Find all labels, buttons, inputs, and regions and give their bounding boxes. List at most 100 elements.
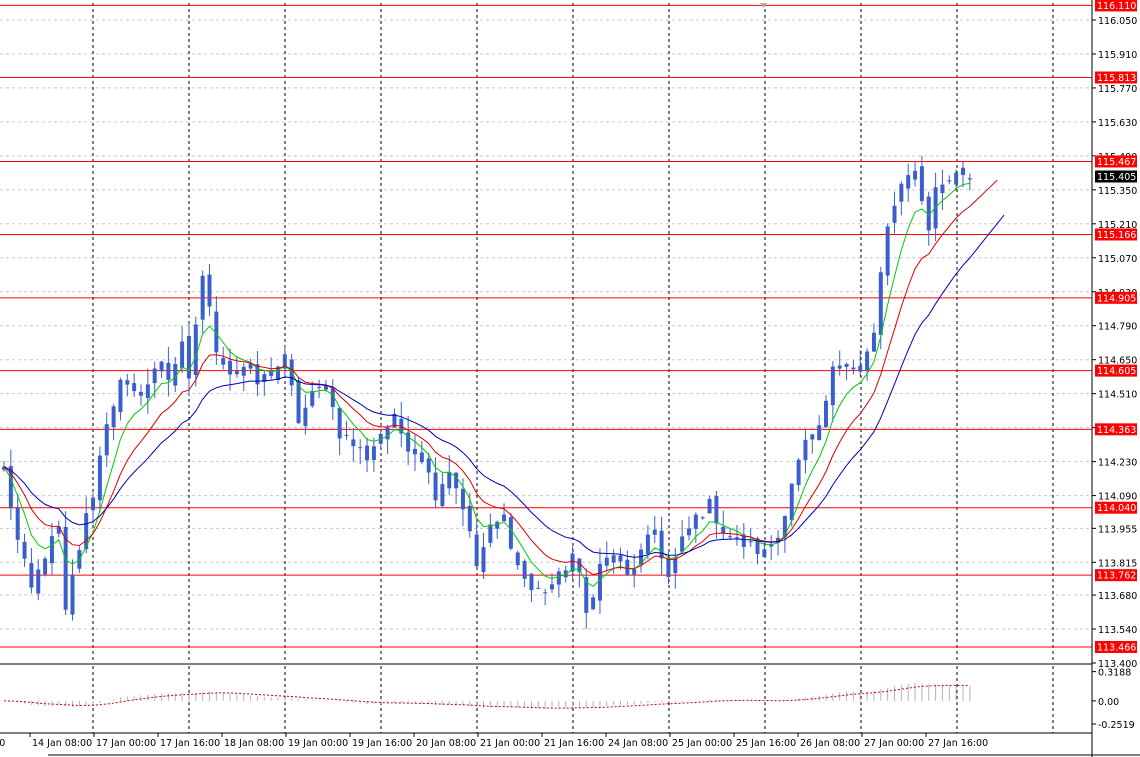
time-tick-label: 14 Jan 08:00 [32, 738, 92, 749]
candle-body [611, 555, 616, 563]
candle-body [358, 447, 363, 449]
price-tick-label: 113.680 [1098, 591, 1137, 602]
signal-line [3, 684, 970, 709]
level-label: 115.166 [1097, 230, 1136, 241]
time-tick-label: 21 Jan 00:00 [480, 738, 540, 749]
candle-body [15, 507, 20, 540]
oscillator-panel [3, 683, 971, 709]
time-tick-label: 19 Jan 00:00 [288, 738, 348, 749]
candle-body [111, 406, 116, 427]
candle-body [317, 387, 322, 389]
candle-body [70, 574, 75, 615]
candle-body [310, 391, 315, 407]
candle-body [830, 366, 835, 406]
candle-body [502, 514, 507, 521]
candle-body [97, 455, 102, 501]
level-label: 113.762 [1097, 571, 1136, 582]
candle-body [145, 384, 150, 398]
candle-body [419, 452, 424, 463]
candle-body [878, 272, 883, 335]
level-label: 115.813 [1097, 73, 1136, 84]
price-tick-label: 114.090 [1098, 492, 1137, 503]
candle-body [22, 541, 27, 559]
candle-body [680, 536, 685, 552]
candlesticks [2, 155, 972, 629]
candle-body [844, 363, 849, 367]
candle-body [700, 517, 705, 519]
candle-body [193, 324, 198, 376]
candle-body [851, 367, 856, 370]
candle-body [139, 391, 143, 396]
candle-body [961, 167, 965, 175]
candle-body [810, 434, 815, 440]
candle-body [371, 446, 376, 460]
time-tick-label: 25 Jan 00:00 [672, 738, 732, 749]
candle-body [433, 472, 438, 501]
candle-body [645, 534, 650, 554]
time-tick-label: 25 Jan 16:00 [736, 738, 796, 749]
candle-body [707, 498, 712, 514]
candle-body [947, 180, 952, 182]
candle-body [550, 584, 554, 590]
candle-body [666, 558, 671, 578]
osc-tick-label: 0.00 [1098, 697, 1119, 708]
candle-body [467, 505, 472, 532]
price-chart[interactable]: 116.050115.910115.770115.630115.490115.3… [0, 0, 1140, 757]
candle-body [234, 371, 239, 375]
candle-body [892, 205, 897, 223]
candle-body [796, 459, 801, 485]
level-label: 114.605 [1097, 366, 1136, 377]
candle-body [940, 184, 945, 194]
price-axis: 116.050115.910115.770115.630115.490115.3… [1092, 0, 1137, 731]
candle-body [365, 445, 370, 461]
level-label: 114.905 [1097, 293, 1136, 304]
candle-body [906, 175, 911, 189]
candle-body [604, 557, 609, 566]
osc-tick-label: 0.3188 [1098, 668, 1131, 679]
candle-body [207, 274, 212, 307]
time-tick-label: 17 Jan 00:00 [96, 738, 156, 749]
candle-body [693, 514, 698, 529]
candle-body [734, 537, 739, 539]
candle-body [460, 489, 465, 510]
candle-body [351, 439, 356, 447]
candle-body [529, 573, 534, 591]
candle-body [618, 555, 623, 562]
price-tick-label: 113.540 [1098, 625, 1137, 636]
time-tick-label: 18 Jan 08:00 [224, 738, 284, 749]
osc-tick-label: -0.2519 [1098, 720, 1135, 731]
price-tick-label: 115.770 [1098, 84, 1137, 95]
candle-body [43, 558, 48, 575]
price-tick-label: 115.350 [1098, 186, 1137, 197]
candle-body [913, 170, 918, 180]
candle-body [865, 351, 870, 371]
candle-body [104, 424, 109, 456]
candle-body [221, 358, 226, 365]
candle-body [789, 483, 794, 521]
candle-body [632, 569, 637, 575]
candle-body [919, 166, 924, 201]
candle-body [652, 529, 657, 535]
candle-body [508, 517, 513, 549]
candle-body [56, 526, 61, 534]
candle-body [241, 366, 246, 376]
price-tick-label: 113.955 [1098, 524, 1137, 535]
level-label: 114.363 [1097, 425, 1136, 436]
candle-body [228, 360, 233, 375]
candle-body [118, 379, 123, 413]
price-tick-label: 114.230 [1098, 458, 1137, 469]
candle-body [454, 472, 459, 489]
candle-body [556, 571, 561, 585]
candle-body [36, 569, 41, 594]
moving-averages [3, 179, 1005, 588]
chart-frame [0, 0, 1140, 757]
candle-body [180, 341, 185, 369]
candle-body [303, 407, 308, 427]
candle-body [721, 526, 726, 534]
candle-body [858, 365, 863, 372]
candle-body [337, 407, 342, 439]
candle-body [488, 524, 493, 543]
candle-body [782, 516, 787, 537]
candle-body [125, 380, 130, 385]
candle-body [159, 361, 164, 372]
